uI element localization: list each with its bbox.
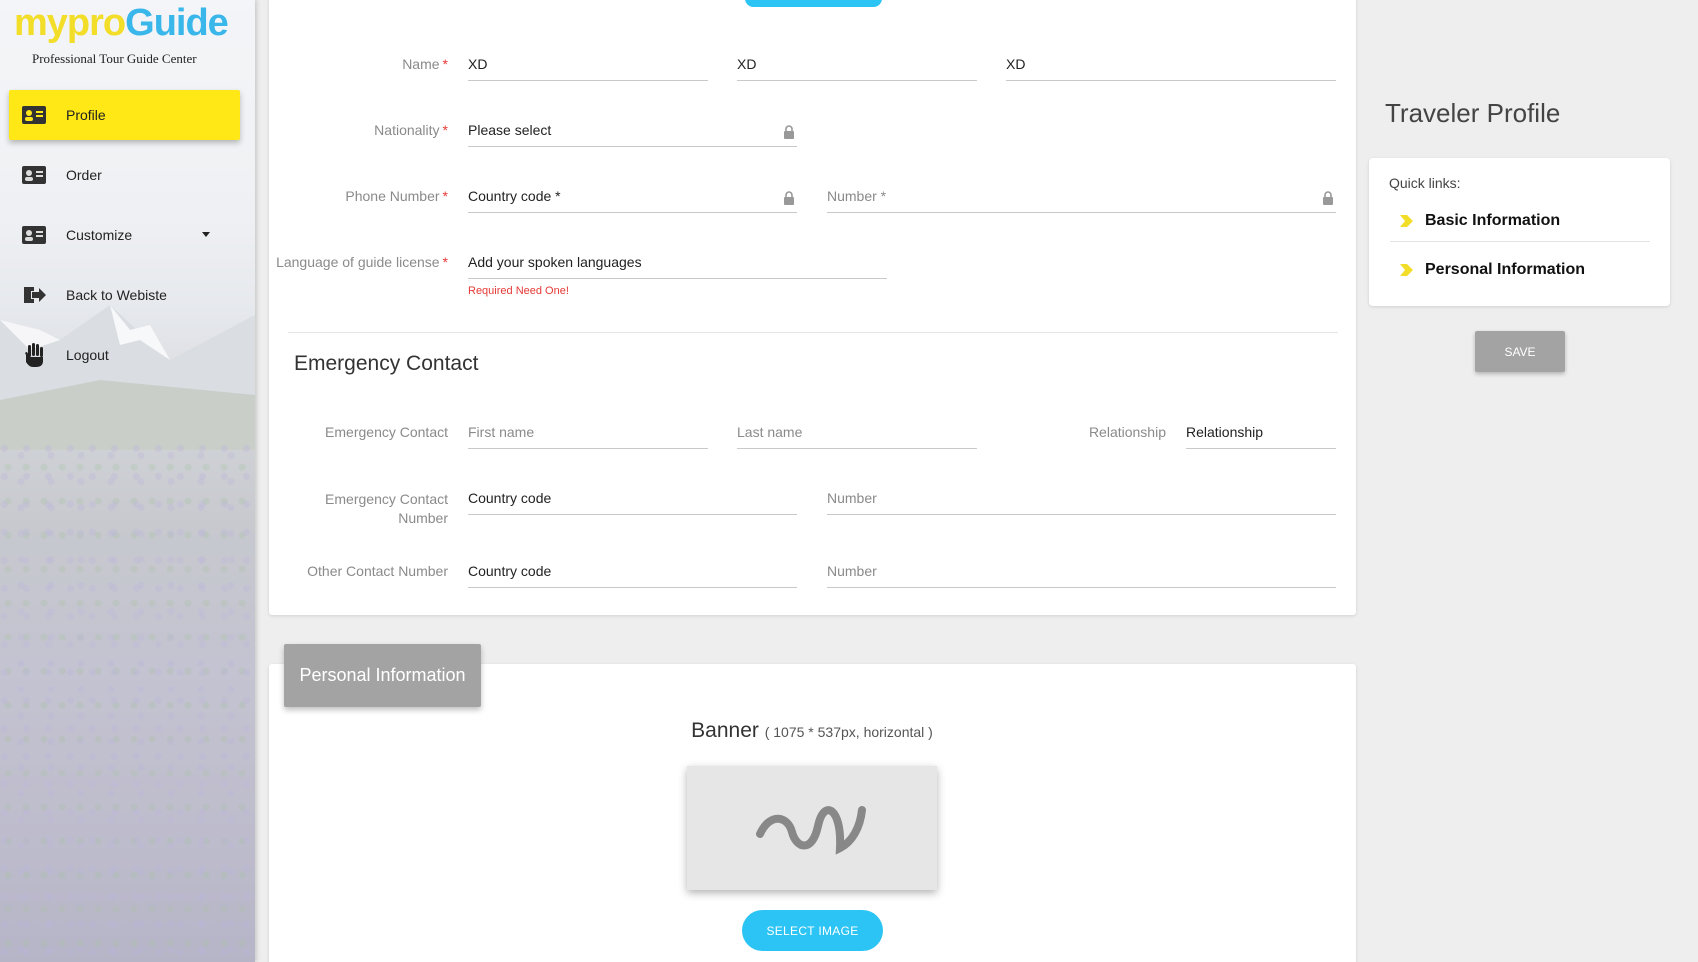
relationship-select[interactable]: Relationship — [1186, 419, 1336, 449]
sidebar-item-label: Back to Webiste — [66, 287, 167, 303]
logo-wordmark: myproGuide — [14, 2, 229, 44]
sidebar-item-label: Logout — [66, 347, 109, 363]
arrow-bullet-icon — [1400, 264, 1413, 276]
sidebar-nav: Profile Order Customize Back to Webiste — [0, 90, 255, 390]
first-name-field[interactable]: XD — [468, 51, 708, 81]
lock-icon — [784, 191, 794, 205]
phone-number-label: Phone Number * — [345, 188, 448, 204]
phone-number-field[interactable]: Number * — [827, 183, 1336, 213]
page-title: Traveler Profile — [1385, 98, 1561, 128]
logo[interactable]: myproGuide Professional Tour Guide Cente… — [0, 0, 255, 75]
emergency-country-code-select[interactable]: Country code — [468, 485, 797, 515]
id-card-icon — [22, 103, 46, 127]
sidebar-item-back-to-website[interactable]: Back to Webiste — [0, 270, 255, 320]
sidebar-item-profile[interactable]: Profile — [9, 90, 240, 140]
section-divider — [288, 332, 1338, 333]
sidebar-item-logout[interactable]: Logout — [0, 330, 255, 380]
nationality-select[interactable]: Please select — [468, 117, 797, 147]
other-contact-number-label: Other Contact Number — [307, 563, 448, 579]
id-card-icon — [22, 163, 46, 187]
emergency-number-field[interactable]: Number — [827, 485, 1336, 515]
emergency-contact-label: Emergency Contact — [325, 424, 448, 440]
quick-links-divider — [1390, 241, 1650, 242]
emergency-contact-number-label: Emergency Contact Number — [325, 491, 448, 526]
nationality-label: Nationality * — [374, 122, 448, 138]
save-button[interactable]: SAVE — [1475, 331, 1565, 372]
image-placeholder-icon — [756, 806, 866, 855]
lock-icon — [784, 125, 794, 139]
sidebar-item-label: Order — [66, 167, 102, 183]
language-label: Language of guide license * — [276, 254, 448, 270]
exit-icon — [22, 283, 46, 307]
emergency-contact-title: Emergency Contact — [294, 352, 479, 375]
sidebar: myproGuide Professional Tour Guide Cente… — [0, 0, 255, 962]
other-country-code-select[interactable]: Country code — [468, 558, 797, 588]
middle-name-field[interactable]: XD — [737, 51, 977, 81]
name-label: Name * — [402, 56, 448, 72]
top-action-button[interactable] — [745, 0, 882, 7]
id-card-icon — [22, 223, 46, 247]
sidebar-item-customize[interactable]: Customize — [0, 210, 255, 260]
quick-link-personal-information[interactable]: Personal Information — [1390, 252, 1650, 288]
select-image-button[interactable]: SELECT IMAGE — [742, 910, 883, 951]
sidebar-item-order[interactable]: Order — [0, 150, 255, 200]
quick-links-heading: Quick links: — [1389, 175, 1461, 191]
last-name-field[interactable]: XD — [1006, 51, 1336, 81]
other-number-field[interactable]: Number — [827, 558, 1336, 588]
hand-icon — [22, 343, 46, 367]
sidebar-item-label: Profile — [66, 107, 106, 123]
banner-title: Banner ( 1075 * 537px, horizontal ) — [691, 719, 933, 742]
personal-information-tab[interactable]: Personal Information — [284, 644, 481, 707]
emergency-last-name-field[interactable]: Last name — [737, 419, 977, 449]
quick-links-card: Quick links: Basic Information Personal … — [1369, 158, 1670, 306]
banner-preview[interactable] — [687, 766, 937, 890]
lock-icon — [1323, 191, 1333, 205]
sidebar-item-label: Customize — [66, 227, 133, 243]
relationship-label: Relationship — [1088, 424, 1166, 440]
banner-size-hint: ( 1075 * 537px, horizontal ) — [764, 724, 933, 740]
emergency-first-name-field[interactable]: First name — [468, 419, 708, 449]
arrow-bullet-icon — [1400, 215, 1413, 227]
quick-link-basic-information[interactable]: Basic Information — [1390, 203, 1650, 239]
logo-tagline: Professional Tour Guide Center — [32, 51, 197, 66]
language-select[interactable]: Add your spoken languages — [468, 249, 887, 279]
phone-country-code-select[interactable]: Country code * — [468, 183, 797, 213]
chevron-down-icon[interactable] — [202, 232, 210, 237]
language-error: Required Need One! — [468, 285, 569, 297]
